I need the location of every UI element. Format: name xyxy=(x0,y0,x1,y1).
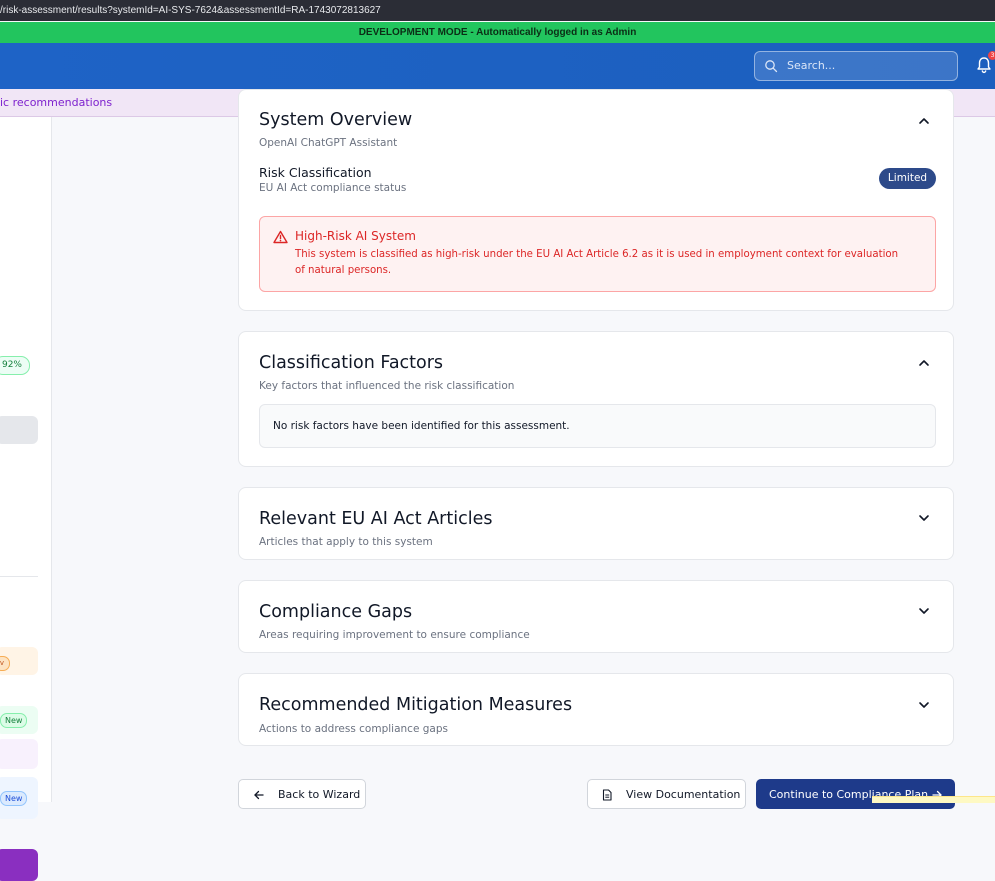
card-title: Compliance Gaps xyxy=(259,602,413,622)
card-subtitle: Key factors that influenced the risk cla… xyxy=(259,380,515,392)
dev-mode-banner: DEVELOPMENT MODE - Automatically logged … xyxy=(0,22,995,43)
sidebar-cta-button[interactable] xyxy=(0,849,38,881)
chevron-up-icon[interactable] xyxy=(917,114,931,128)
card-title: Relevant EU AI Act Articles xyxy=(259,509,493,529)
search-placeholder: Search... xyxy=(787,59,836,72)
new-badge: New xyxy=(0,713,28,728)
compliance-gaps-card[interactable]: Compliance Gaps Areas requiring improvem… xyxy=(238,580,954,653)
notification-badge: 3 xyxy=(988,51,995,60)
sidebar-item-active[interactable] xyxy=(0,416,38,444)
warning-triangle-icon xyxy=(273,230,288,244)
card-title: Classification Factors xyxy=(259,353,444,373)
alert-text: This system is classified as high-risk u… xyxy=(295,249,899,276)
continue-button-label: Continue to Compliance Plan xyxy=(769,788,929,801)
back-to-wizard-button[interactable]: Back to Wizard xyxy=(238,779,366,809)
new-badge-2: New xyxy=(0,791,28,806)
articles-card[interactable]: Relevant EU AI Act Articles Articles tha… xyxy=(238,487,954,560)
search-input[interactable]: Search... xyxy=(754,51,958,81)
empty-state-text: No risk factors have been identified for… xyxy=(273,420,570,432)
card-subtitle: Actions to address compliance gaps xyxy=(259,723,448,735)
chevron-down-icon[interactable] xyxy=(917,604,931,618)
docs-button-label: View Documentation xyxy=(626,788,741,801)
system-name: OpenAI ChatGPT Assistant xyxy=(259,137,398,149)
chevron-down-icon[interactable] xyxy=(917,511,931,525)
document-icon xyxy=(602,789,612,801)
risk-classification-sub: EU AI Act compliance status xyxy=(259,182,407,194)
url-text: /risk-assessment/results?systemId=AI-SYS… xyxy=(0,5,381,16)
sidebar-item-lavender[interactable] xyxy=(0,739,38,769)
chevron-up-icon[interactable] xyxy=(917,356,931,370)
continue-to-compliance-plan-button[interactable]: Continue to Compliance Plan xyxy=(756,779,955,809)
chevron-down-icon[interactable] xyxy=(917,698,931,712)
card-subtitle: Articles that apply to this system xyxy=(259,536,433,548)
system-overview-card: System Overview OpenAI ChatGPT Assistant… xyxy=(238,89,954,311)
sidebar: 92% v New New xyxy=(0,117,52,881)
arrow-left-icon xyxy=(254,790,264,800)
search-icon xyxy=(765,60,778,73)
back-button-label: Back to Wizard xyxy=(278,788,361,801)
browser-url-bar[interactable]: /risk-assessment/results?systemId=AI-SYS… xyxy=(0,0,995,21)
alert-title: High-Risk AI System xyxy=(295,229,416,243)
risk-level-badge: Limited xyxy=(879,168,936,189)
classification-factors-card: Classification Factors Key factors that … xyxy=(238,331,954,467)
sidebar-divider xyxy=(0,576,38,577)
recommendations-strip-text: ic recommendations xyxy=(0,96,113,109)
view-documentation-button[interactable]: View Documentation xyxy=(587,779,746,809)
card-subtitle: Areas requiring improvement to ensure co… xyxy=(259,629,530,641)
mitigation-card[interactable]: Recommended Mitigation Measures Actions … xyxy=(238,673,954,746)
risk-classification-label: Risk Classification xyxy=(259,165,372,180)
score-pill: 92% xyxy=(0,356,30,375)
high-risk-alert: High-Risk AI System This system is class… xyxy=(259,216,936,292)
empty-state-box: No risk factors have been identified for… xyxy=(259,404,936,448)
card-title: Recommended Mitigation Measures xyxy=(259,695,573,715)
card-title: System Overview xyxy=(259,110,413,130)
